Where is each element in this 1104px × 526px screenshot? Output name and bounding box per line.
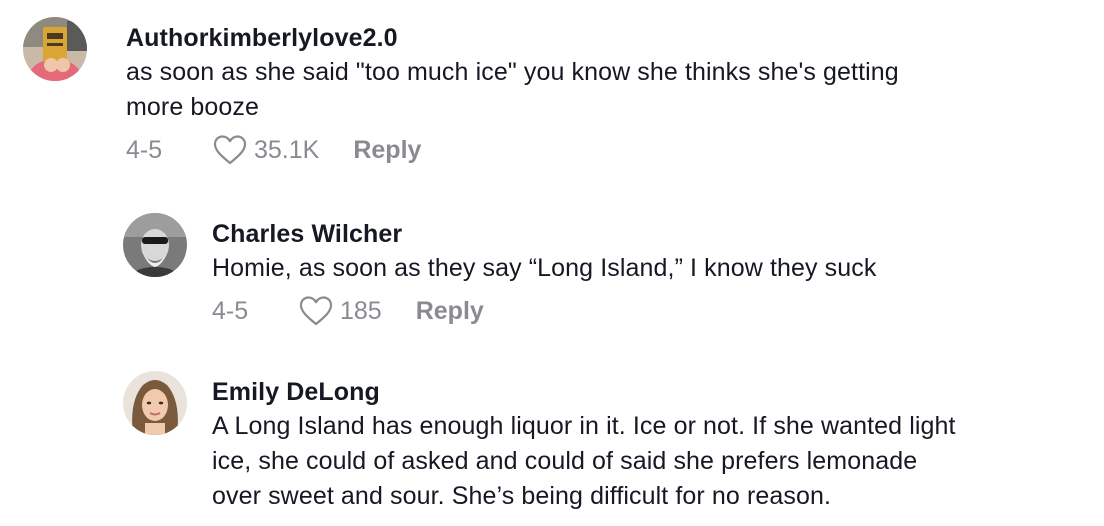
reply-button[interactable]: Reply xyxy=(416,297,484,326)
comment-emily-delong: Emily DeLong A Long Island has enough li… xyxy=(123,371,956,514)
comment-username[interactable]: Emily DeLong xyxy=(212,375,956,409)
comment-authorkimberlylove: Authorkimberlylove2.0 as soon as she sai… xyxy=(23,17,899,167)
comment-text: Homie, as soon as they say “Long Island,… xyxy=(212,254,877,282)
comment-body: Emily DeLong A Long Island has enough li… xyxy=(212,375,956,514)
comment-username[interactable]: Authorkimberlylove2.0 xyxy=(126,21,899,55)
like-count: 35.1K xyxy=(254,135,320,164)
avatar[interactable] xyxy=(23,17,87,81)
comment-date: 4-5 xyxy=(212,296,249,325)
comment-text: as soon as she said "too much ice" you k… xyxy=(126,58,899,121)
reply-button[interactable]: Reply xyxy=(353,136,421,165)
comment-text: A Long Island has enough liquor in it. I… xyxy=(212,412,956,510)
heart-icon[interactable] xyxy=(212,134,248,166)
like-button[interactable]: 35.1K xyxy=(212,134,319,166)
comment-charles-wilcher: Charles Wilcher Homie, as soon as they s… xyxy=(123,213,876,328)
avatar[interactable] xyxy=(123,213,187,277)
like-button[interactable]: 185 xyxy=(298,295,382,327)
comment-username[interactable]: Charles Wilcher xyxy=(212,217,876,251)
comment-meta: 4-5 35.1K Reply xyxy=(126,133,899,167)
comment-meta: 4-5 185 Reply xyxy=(212,294,876,328)
comment-date: 4-5 xyxy=(126,135,163,164)
comment-body: Charles Wilcher Homie, as soon as they s… xyxy=(212,217,876,328)
like-count: 185 xyxy=(340,296,382,325)
avatar[interactable] xyxy=(123,371,187,435)
comment-body: Authorkimberlylove2.0 as soon as she sai… xyxy=(126,21,899,167)
heart-icon[interactable] xyxy=(298,295,334,327)
